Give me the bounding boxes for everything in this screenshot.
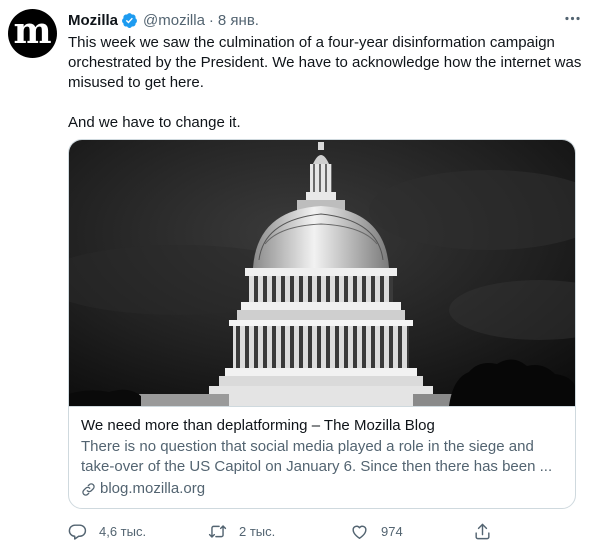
tweet-actions: 4,6 тыс. 2 тыс. 974 bbox=[68, 518, 508, 544]
more-button[interactable] bbox=[562, 8, 582, 28]
like-count: 974 bbox=[381, 523, 403, 539]
card-domain: blog.mozilla.org bbox=[81, 479, 563, 499]
reply-icon bbox=[68, 523, 87, 540]
like-button[interactable]: 974 bbox=[350, 518, 403, 544]
retweet-icon bbox=[208, 524, 227, 538]
card-domain-text: blog.mozilla.org bbox=[100, 480, 206, 497]
tweet-paragraph: And we have to change it. bbox=[68, 114, 241, 131]
card-body[interactable]: We need more than deplatforming – The Mo… bbox=[69, 406, 575, 508]
tweet[interactable]: m Mozilla @mozilla · 8 янв. This week we… bbox=[0, 0, 593, 554]
avatar[interactable]: m bbox=[8, 9, 57, 58]
tweet-paragraph: This week we saw the culmination of a fo… bbox=[68, 34, 582, 91]
link-card[interactable]: We need more than deplatforming – The Mo… bbox=[68, 139, 576, 509]
reply-count: 4,6 тыс. bbox=[99, 523, 147, 539]
tweet-text: This week we saw the culmination of a fo… bbox=[68, 33, 583, 133]
author-handle[interactable]: @mozilla bbox=[143, 12, 205, 29]
verified-badge-icon bbox=[122, 12, 137, 28]
avatar-letter: m bbox=[13, 9, 52, 52]
share-button[interactable] bbox=[473, 518, 504, 544]
share-icon bbox=[475, 523, 490, 539]
card-title: We need more than deplatforming – The Mo… bbox=[81, 417, 435, 434]
tweet-header: Mozilla @mozilla · 8 янв. bbox=[68, 10, 259, 30]
link-icon bbox=[82, 482, 95, 496]
tweet-date[interactable]: 8 янв. bbox=[218, 12, 259, 29]
retweet-count: 2 тыс. bbox=[239, 523, 276, 539]
separator-dot: · bbox=[208, 11, 214, 29]
retweet-button[interactable]: 2 тыс. bbox=[208, 518, 275, 544]
card-description: There is no question that social media p… bbox=[81, 438, 553, 475]
reply-button[interactable]: 4,6 тыс. bbox=[68, 518, 146, 544]
card-image-capitol bbox=[69, 140, 575, 406]
author-name[interactable]: Mozilla bbox=[68, 12, 118, 29]
like-icon bbox=[352, 525, 367, 539]
more-icon bbox=[564, 16, 580, 20]
